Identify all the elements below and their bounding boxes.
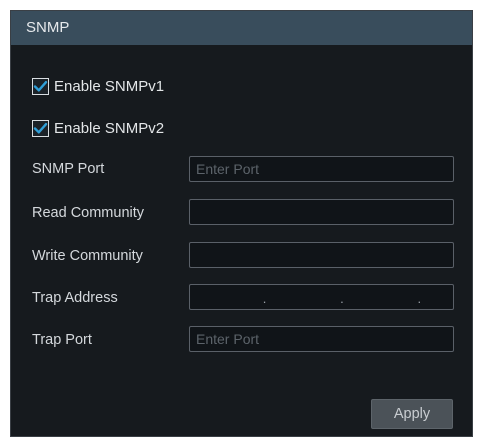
enable-snmpv1-checkbox[interactable] xyxy=(32,77,49,95)
write-community-field[interactable] xyxy=(189,242,454,268)
ip-octet-2[interactable]: . xyxy=(267,285,344,309)
trap-port-input[interactable] xyxy=(190,327,453,351)
enable-snmpv2-checkbox[interactable] xyxy=(32,119,49,137)
ip-octet-1[interactable]: . xyxy=(190,285,267,309)
snmp-port-field[interactable] xyxy=(189,156,454,182)
read-community-label: Read Community xyxy=(32,205,145,221)
read-community-input[interactable] xyxy=(190,200,453,224)
enable-snmpv2-row[interactable]: Enable SNMPv2 xyxy=(32,118,164,138)
ip-separator: . xyxy=(262,290,267,306)
enable-snmpv2-label: Enable SNMPv2 xyxy=(54,119,165,137)
enable-snmpv1-row[interactable]: Enable SNMPv1 xyxy=(32,76,164,96)
dialog-title: SNMP xyxy=(26,19,70,36)
ip-separator: . xyxy=(340,290,344,306)
checkmark-icon xyxy=(33,122,48,133)
snmp-dialog: SNMP Enable SNMPv1 Enable SNMPv2 SNMP Po… xyxy=(10,10,473,437)
trap-port-label: Trap Port xyxy=(32,332,92,348)
read-community-field[interactable] xyxy=(189,199,454,225)
snmp-port-label: SNMP Port xyxy=(32,161,105,177)
checkmark-icon xyxy=(33,80,48,91)
ip-separator: . xyxy=(417,290,422,306)
ip-octet-3[interactable]: . xyxy=(345,285,422,309)
enable-snmpv1-label: Enable SNMPv1 xyxy=(54,77,165,95)
write-community-input[interactable] xyxy=(190,243,453,267)
snmp-port-input[interactable] xyxy=(190,157,453,181)
trap-port-field[interactable] xyxy=(189,326,454,352)
trap-address-field[interactable]: . . . xyxy=(189,284,454,310)
ip-octet-4[interactable] xyxy=(422,285,453,309)
title-bar: SNMP xyxy=(11,11,472,45)
write-community-label: Write Community xyxy=(32,248,143,264)
trap-address-label: Trap Address xyxy=(32,290,118,306)
apply-button[interactable]: Apply xyxy=(371,399,453,429)
